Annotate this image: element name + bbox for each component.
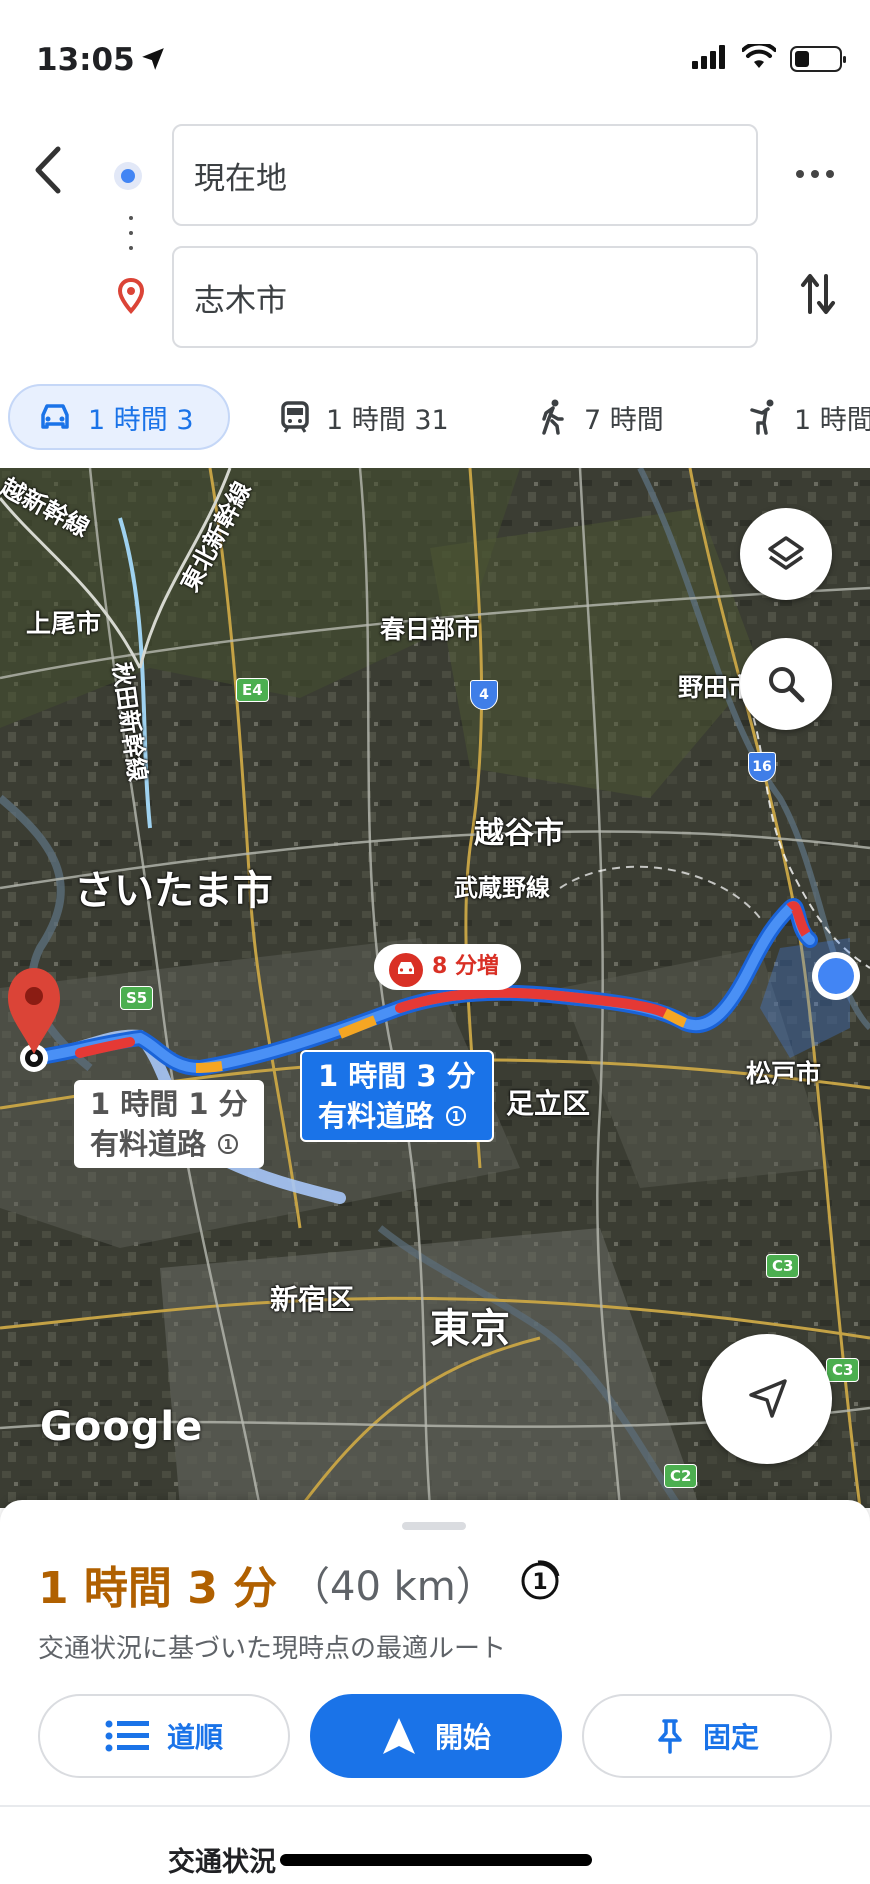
map-label-ageo: 上尾市: [26, 609, 102, 638]
toll-icon: 1: [218, 1134, 239, 1154]
road-badge-c3: C3: [766, 1254, 800, 1278]
tab-car-label: 1 時間 3: [88, 404, 194, 436]
pin-button[interactable]: 固定: [582, 1694, 832, 1778]
map-label-saitama: さいたま市: [74, 868, 273, 914]
tab-car[interactable]: 1 時間 3: [8, 384, 230, 450]
more-options-icon[interactable]: [796, 170, 834, 178]
train-icon: [281, 401, 309, 433]
route-duration: 1 時間 3 分: [38, 1563, 278, 1614]
recenter-button[interactable]: [702, 1334, 832, 1464]
origin-field[interactable]: 現在地: [172, 124, 758, 226]
wifi-icon: [741, 41, 777, 74]
ride-icon: [750, 399, 774, 435]
car-icon: [41, 404, 69, 429]
google-attribution: Google: [40, 1404, 204, 1450]
traffic-delay-text: 8 分増: [432, 954, 499, 979]
route-distance: （40 km）: [290, 1564, 496, 1610]
route-badge-4: 4: [470, 680, 498, 710]
map-label-musashino-line: 武蔵野線: [454, 874, 550, 902]
svg-text:1: 1: [451, 1110, 460, 1125]
road-badge-c3-east: C3: [826, 1358, 860, 1382]
toll-icon: 1: [446, 1106, 467, 1126]
signal-icon: [692, 45, 728, 73]
divider: [0, 1805, 870, 1807]
walk-icon: [542, 399, 564, 435]
home-indicator[interactable]: [280, 1854, 592, 1866]
traffic-section-title: 交通状況: [168, 1847, 276, 1878]
main-route-note: 有料道路: [318, 1099, 435, 1133]
search-button[interactable]: [740, 638, 832, 730]
tab-walk-label: 7 時間: [584, 404, 664, 436]
svg-text:1: 1: [223, 1138, 232, 1153]
alt-route-callout[interactable]: 1 時間 1 分 有料道路 1: [74, 1080, 264, 1168]
destination-field[interactable]: 志木市: [172, 246, 758, 348]
list-icon: [105, 1720, 149, 1752]
map-label-tokyo: 東京: [430, 1306, 510, 1352]
status-bar: 13:05: [0, 0, 870, 110]
tab-ride[interactable]: 1 時間: [748, 384, 870, 450]
search-icon: [769, 667, 805, 703]
destination-text: 志木市: [194, 282, 287, 319]
tab-transit[interactable]: 1 時間 31: [280, 384, 449, 450]
travel-mode-tabs: 1 時間 3 1 時間 31 7 時間 1 時間: [0, 384, 870, 450]
location-arrow-icon: [140, 46, 166, 76]
start-label: 開始: [434, 1721, 491, 1754]
route-badge-16: 16: [748, 752, 776, 782]
main-route-time: 1 時間 3 分: [318, 1059, 476, 1093]
map-label-matsudo: 松戸市: [746, 1059, 822, 1088]
start-button[interactable]: 開始: [310, 1694, 562, 1778]
steps-button[interactable]: 道順: [38, 1694, 290, 1778]
navigation-arrow-icon: [749, 1379, 787, 1418]
status-time: 13:05: [36, 42, 135, 78]
layers-button[interactable]: [740, 508, 832, 600]
svg-text:1: 1: [532, 1570, 547, 1595]
map-label-kasukabe: 春日部市: [380, 615, 481, 644]
pin-icon: [658, 1719, 682, 1754]
traffic-car-icon: [389, 953, 423, 987]
alt-route-time: 1 時間 1 分: [90, 1087, 248, 1121]
map-label-adachi: 足立区: [506, 1087, 591, 1120]
destination-pin-icon: [117, 277, 145, 318]
navigation-icon: [382, 1718, 415, 1754]
road-badge-s5: S5: [120, 986, 154, 1010]
traffic-delay-callout[interactable]: 8 分増: [374, 944, 521, 990]
back-button[interactable]: [30, 145, 70, 195]
tab-walk[interactable]: 7 時間: [538, 384, 664, 450]
map-label-koshigaya: 越谷市: [474, 816, 564, 851]
steps-label: 道順: [166, 1721, 223, 1754]
route-summary-sheet: 1 時間 3 分 （40 km） 1 交通状況に基づいた現時点の最適ルート 道順…: [0, 1500, 870, 1884]
back-arrow-icon: [35, 146, 61, 194]
alt-route-note: 有料道路: [90, 1127, 207, 1161]
pin-label: 固定: [702, 1721, 759, 1754]
map-label-shinjuku: 新宿区: [270, 1283, 355, 1316]
map-view[interactable]: 越新幹線 東北新幹線 秋田新幹線 上尾市 春日部市 野田市 越谷市 武蔵野線 さ…: [0, 468, 870, 1508]
route-connector-icon: [129, 216, 133, 261]
tab-transit-label: 1 時間 31: [326, 404, 449, 436]
layers-icon: [768, 536, 804, 570]
road-badge-c2: C2: [664, 1464, 698, 1488]
toll-icon: 1: [518, 1556, 564, 1606]
origin-text: 現在地: [194, 160, 287, 197]
tab-ride-label: 1 時間: [794, 404, 870, 436]
swap-icon[interactable]: [800, 270, 836, 322]
origin-dot-icon: [114, 162, 142, 190]
main-route-callout[interactable]: 1 時間 3 分 有料道路 1: [300, 1050, 494, 1142]
road-badge-e4: E4: [236, 678, 269, 702]
route-subtitle: 交通状況に基づいた現時点の最適ルート: [38, 1634, 507, 1664]
battery-icon: [790, 46, 846, 72]
sheet-drag-handle[interactable]: [402, 1522, 466, 1530]
